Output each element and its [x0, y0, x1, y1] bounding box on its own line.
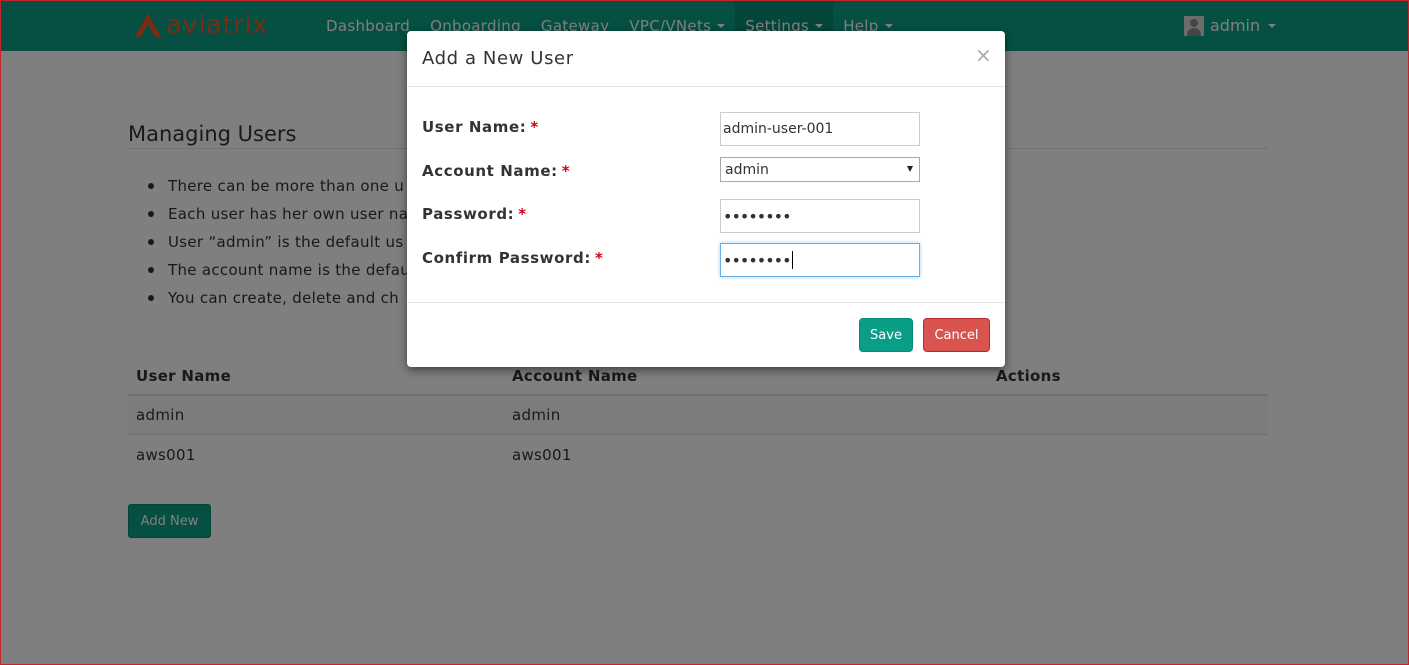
confirm-password-label: Confirm Password: *	[422, 249, 603, 267]
password-label-text: Password:	[422, 205, 515, 223]
password-input[interactable]: ••••••••	[720, 199, 920, 233]
account-name-selected-value: admin	[725, 161, 769, 178]
account-name-select[interactable]: admin	[720, 157, 920, 182]
account-name-label-text: Account Name:	[422, 162, 558, 180]
save-button[interactable]: Save	[859, 318, 913, 352]
required-marker: *	[530, 118, 539, 136]
password-row: Password: * ••••••••	[422, 199, 992, 233]
user-name-input[interactable]: admin-user-001	[720, 112, 920, 146]
confirm-password-row: Confirm Password: * ••••••••	[422, 243, 992, 277]
required-marker: *	[561, 162, 571, 180]
dialog-title: Add a New User	[422, 48, 574, 69]
dropdown-arrow-icon	[907, 166, 913, 172]
confirm-password-input[interactable]: ••••••••	[720, 243, 920, 277]
add-user-dialog: Add a New User × User Name: * admin-user-…	[407, 31, 1005, 367]
password-label: Password: *	[422, 205, 527, 223]
user-name-row: User Name: * admin-user-001	[422, 112, 992, 146]
required-marker: *	[594, 249, 604, 267]
required-marker: *	[518, 205, 527, 223]
close-icon[interactable]: ×	[975, 45, 992, 65]
account-name-row: Account Name: * admin	[422, 157, 992, 191]
dialog-footer-divider	[407, 302, 1005, 303]
confirm-password-value: ••••••••	[723, 250, 791, 270]
dialog-header: Add a New User ×	[407, 31, 1005, 87]
confirm-password-label-text: Confirm Password:	[422, 249, 591, 267]
account-name-label: Account Name: *	[422, 162, 570, 180]
text-cursor	[791, 251, 793, 269]
cancel-button[interactable]: Cancel	[923, 318, 990, 352]
user-name-label: User Name: *	[422, 118, 539, 136]
user-name-label-text: User Name:	[422, 118, 527, 136]
